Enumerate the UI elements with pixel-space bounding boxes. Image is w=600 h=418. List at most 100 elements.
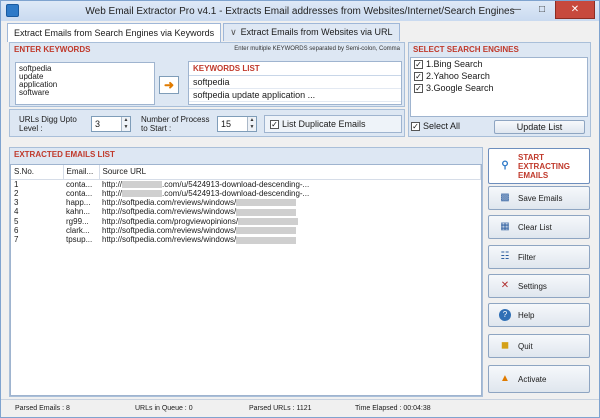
cell-email: conta... bbox=[66, 188, 93, 198]
cell-sno: 4 bbox=[14, 207, 19, 217]
status-bar: Parsed Emails : 8 URLs in Queue : 0 Pars… bbox=[1, 399, 599, 417]
stepper-arrows-icon[interactable]: ▲ ▼ bbox=[121, 117, 130, 131]
url-suffix: .com/u/5424913-download-descending-... bbox=[162, 179, 310, 189]
cell-url: http://softpedia.com/progviewopinions/ bbox=[99, 216, 481, 226]
redacted-text bbox=[236, 199, 297, 207]
activate-icon: ▲ bbox=[500, 373, 510, 384]
cell-url: http:// .com/u/5424913-download-descendin… bbox=[99, 179, 481, 189]
cell-sno: 2 bbox=[14, 188, 19, 198]
table-row[interactable]: 2 conta... http:// .com/u/5424913-downloa… bbox=[11, 189, 481, 198]
cell-url: http://softpedia.com/reviews/windows/ bbox=[99, 226, 481, 235]
cell-sno: 6 bbox=[14, 225, 19, 235]
table-row[interactable]: 4 kahn... http://softpedia.com/reviews/w… bbox=[11, 207, 481, 216]
search-engines-list: ✓ 1.Bing Search ✓ 2.Yahoo Search ✓ 3.Google… bbox=[410, 57, 588, 117]
column-header-email[interactable]: Email... bbox=[63, 165, 100, 180]
column-header-sno[interactable]: S.No. bbox=[11, 165, 64, 180]
keywords-list-item[interactable]: softpedia bbox=[189, 76, 401, 89]
save-icon: ▩ bbox=[500, 192, 510, 203]
activate-label: Activate bbox=[518, 374, 547, 384]
help-icon: ? bbox=[499, 309, 511, 321]
save-emails-label: Save Emails bbox=[518, 193, 563, 203]
engine-bing[interactable]: ✓ 1.Bing Search bbox=[411, 58, 587, 70]
clear-list-icon: ▦ bbox=[500, 221, 510, 232]
maximize-icon[interactable]: □ bbox=[529, 1, 555, 19]
close-icon[interactable]: ✕ bbox=[555, 1, 595, 19]
url-prefix: http://softpedia.com/progviewopinions/ bbox=[102, 216, 239, 226]
select-all-checkbox[interactable]: ✓ bbox=[411, 122, 420, 132]
cell-email: clark... bbox=[66, 225, 90, 235]
engine-checkbox[interactable]: ✓ bbox=[414, 71, 423, 81]
cell-url: http://softpedia.com/reviews/windows/ bbox=[99, 235, 481, 244]
url-prefix: http:// bbox=[102, 188, 123, 198]
filter-label: Filter bbox=[518, 252, 536, 262]
cell-url: http://softpedia.com/reviews/windows/ bbox=[99, 198, 481, 207]
emails-table-container: S.No. Email... Source URL 1 conta... htt… bbox=[10, 164, 482, 396]
redacted-text bbox=[236, 208, 297, 216]
update-list-button[interactable]: Update List bbox=[494, 120, 585, 134]
table-row[interactable]: 6 clark... http://softpedia.com/reviews/… bbox=[11, 226, 481, 235]
arrow-right-icon: ➜ bbox=[163, 78, 175, 92]
app-icon bbox=[6, 4, 19, 17]
keyword-line: software bbox=[19, 88, 50, 97]
help-button[interactable]: ? Help bbox=[488, 303, 590, 327]
settings-button[interactable]: ✕ Settings bbox=[488, 274, 590, 298]
url-suffix: .com/u/5424913-download-descending-... bbox=[162, 188, 310, 198]
column-header-source[interactable]: Source URL bbox=[99, 165, 481, 180]
activate-button[interactable]: ▲ Activate bbox=[488, 365, 590, 393]
cell-sno: 5 bbox=[14, 216, 19, 226]
table-row[interactable]: 5 rg99... http://softpedia.com/progviewo… bbox=[11, 216, 481, 226]
settings-icon: ✕ bbox=[500, 280, 510, 291]
cell-email: conta... bbox=[66, 179, 93, 189]
clear-list-button[interactable]: ▦ Clear List bbox=[488, 215, 590, 239]
process-label: Number of Process to Start : bbox=[141, 115, 210, 133]
filter-button[interactable]: ☷ Filter bbox=[488, 245, 590, 269]
keywords-input[interactable]: softpedia update application software bbox=[15, 62, 155, 105]
cell-email: tpsup... bbox=[66, 235, 93, 245]
urls-digg-stepper[interactable]: 3 ▲ ▼ bbox=[91, 116, 131, 132]
engine-label: 1.Bing Search bbox=[426, 59, 483, 69]
add-keyword-button[interactable]: ➜ bbox=[159, 76, 179, 94]
redacted-text bbox=[122, 190, 163, 198]
start-extracting-button[interactable]: ⚲ START EXTRACTING EMAILS bbox=[488, 148, 590, 184]
keywords-list-item[interactable]: softpedia update application ... bbox=[189, 89, 401, 102]
engine-checkbox[interactable]: ✓ bbox=[414, 59, 423, 69]
cell-sno: 3 bbox=[14, 197, 19, 207]
cell-email: kahn... bbox=[66, 207, 91, 217]
engine-label: 3.Google Search bbox=[426, 83, 494, 93]
table-row[interactable]: 3 happ... http://softpedia.com/reviews/w… bbox=[11, 198, 481, 207]
tab-websites-url[interactable]: ∨ Extract Emails from Websites via URL bbox=[223, 23, 400, 41]
keywords-list[interactable]: KEYWORDS LIST softpedia softpedia update… bbox=[188, 61, 402, 105]
cell-email: happ... bbox=[66, 197, 91, 207]
process-stepper[interactable]: 15 ▲ ▼ bbox=[217, 116, 257, 132]
status-parsed-emails: Parsed Emails : 8 bbox=[15, 405, 70, 412]
engine-label: 2.Yahoo Search bbox=[426, 71, 490, 81]
search-engines-header: SELECT SEARCH ENGINES bbox=[413, 45, 519, 54]
urls-digg-value: 3 bbox=[95, 119, 101, 129]
tab-search-engines[interactable]: Extract Emails from Search Engines via K… bbox=[7, 23, 222, 42]
select-all-toggle[interactable]: ✓ Select All bbox=[411, 122, 460, 132]
save-emails-button[interactable]: ▩ Save Emails bbox=[488, 186, 590, 210]
redacted-text bbox=[122, 180, 163, 188]
quit-button[interactable]: ◼ Quit bbox=[488, 334, 590, 358]
table-row[interactable]: 1 conta... http:// .com/u/5424913-downloa… bbox=[11, 179, 481, 189]
process-value: 15 bbox=[221, 119, 232, 129]
list-duplicate-toggle[interactable]: ✓ List Duplicate Emails bbox=[264, 115, 402, 133]
clear-list-label: Clear List bbox=[518, 222, 552, 232]
quit-icon: ◼ bbox=[500, 340, 510, 351]
cell-sno: 7 bbox=[14, 235, 19, 245]
stepper-arrows-icon[interactable]: ▲ ▼ bbox=[247, 117, 256, 131]
engine-checkbox[interactable]: ✓ bbox=[414, 83, 423, 93]
url-prefix: http:// bbox=[102, 179, 123, 189]
cell-url: http:// .com/u/5424913-download-descendin… bbox=[99, 189, 481, 198]
redacted-text bbox=[236, 236, 297, 244]
engine-yahoo[interactable]: ✓ 2.Yahoo Search bbox=[411, 70, 587, 82]
list-duplicate-checkbox[interactable]: ✓ bbox=[270, 120, 279, 130]
emails-table[interactable]: S.No. Email... Source URL 1 conta... htt… bbox=[11, 165, 481, 244]
window-controls: — □ ✕ bbox=[503, 1, 595, 19]
status-urls-in-queue: URLs in Queue : 0 bbox=[135, 405, 193, 412]
app-window: Web Email Extractor Pro v4.1 - Extracts … bbox=[0, 0, 600, 418]
table-row[interactable]: 7 tpsup... http://softpedia.com/reviews/… bbox=[11, 235, 481, 244]
tab-websites-url-label: Extract Emails from Websites via URL bbox=[240, 27, 393, 37]
minimize-icon[interactable]: — bbox=[503, 1, 529, 19]
engine-google[interactable]: ✓ 3.Google Search bbox=[411, 82, 587, 94]
